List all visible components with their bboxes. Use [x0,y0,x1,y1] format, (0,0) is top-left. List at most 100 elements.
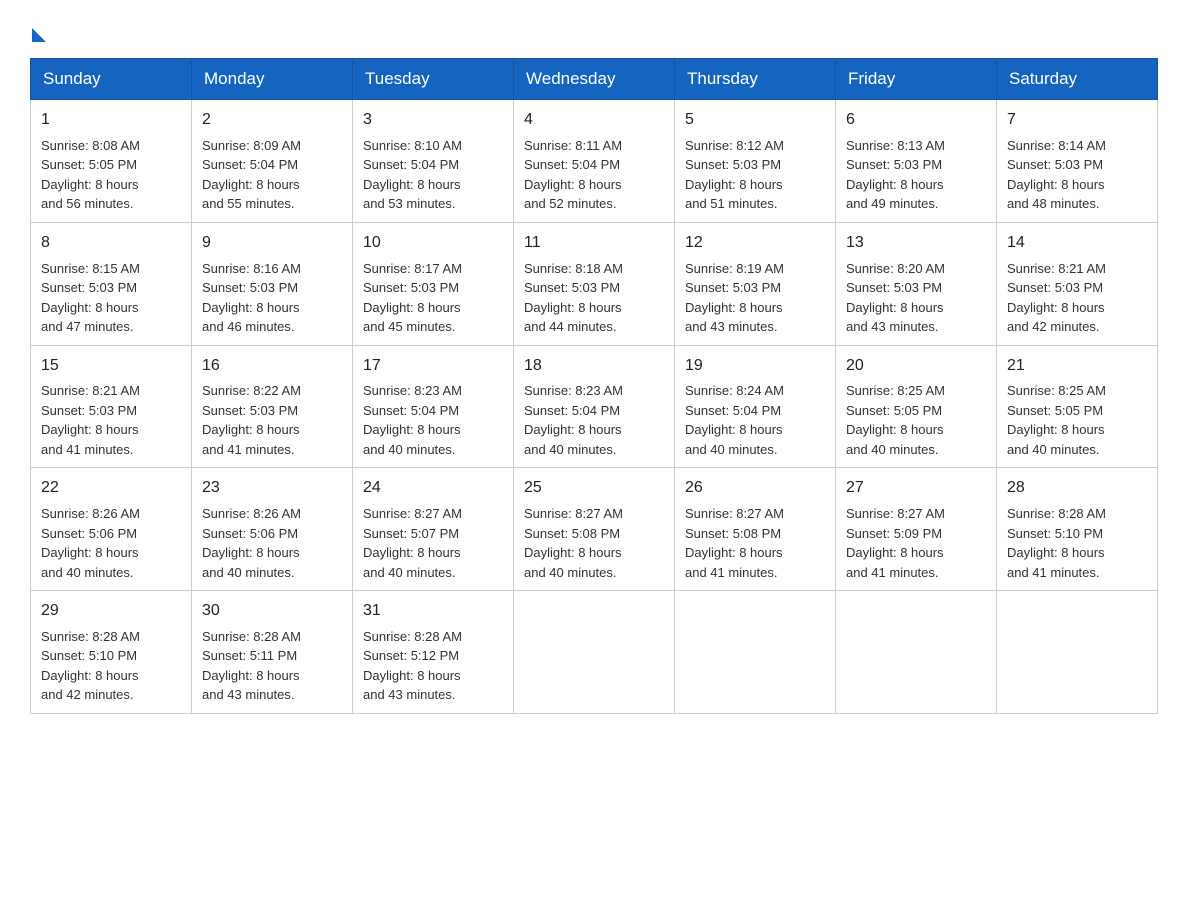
day-number: 8 [41,231,181,256]
day-number: 18 [524,354,664,379]
day-cell-26: 26 Sunrise: 8:27 AMSunset: 5:08 PMDayligh… [675,468,836,591]
day-number: 20 [846,354,986,379]
day-number: 23 [202,476,342,501]
day-number: 24 [363,476,503,501]
day-cell-18: 18Sunrise: 8:23 AMSunset: 5:04 PMDayligh… [514,345,675,468]
week-row-2: 8 Sunrise: 8:15 AMSunset: 5:03 PMDaylight… [31,222,1158,345]
day-number: 14 [1007,231,1147,256]
day-cell-15: 15Sunrise: 8:21 AMSunset: 5:03 PMDayligh… [31,345,192,468]
empty-cell [675,591,836,714]
day-cell-12: 12Sunrise: 8:19 AMSunset: 5:03 PMDayligh… [675,222,836,345]
day-cell-29: 29 Sunrise: 8:28 AMSunset: 5:10 PMDayligh… [31,591,192,714]
day-number: 3 [363,108,503,133]
day-number: 13 [846,231,986,256]
empty-cell [997,591,1158,714]
weekday-header-sunday: Sunday [31,59,192,100]
day-info: Sunrise: 8:15 AMSunset: 5:03 PMDaylight:… [41,259,181,337]
day-cell-6: 6 Sunrise: 8:13 AMSunset: 5:03 PMDaylight… [836,100,997,223]
empty-cell [836,591,997,714]
day-number: 7 [1007,108,1147,133]
day-number: 4 [524,108,664,133]
day-info: Sunrise: 8:26 AMSunset: 5:06 PMDaylight:… [202,504,342,582]
day-cell-10: 10 Sunrise: 8:17 AMSunset: 5:03 PMDayligh… [353,222,514,345]
week-row-1: 1 Sunrise: 8:08 AMSunset: 5:05 PMDaylight… [31,100,1158,223]
day-number: 17 [363,354,503,379]
day-info: Sunrise: 8:28 AMSunset: 5:10 PMDaylight:… [41,627,181,705]
day-info: Sunrise: 8:27 AMSunset: 5:08 PMDaylight:… [685,504,825,582]
day-info: Sunrise: 8:25 AMSunset: 5:05 PMDaylight:… [846,381,986,459]
day-info: Sunrise: 8:28 AMSunset: 5:11 PMDaylight:… [202,627,342,705]
day-info: Sunrise: 8:28 AMSunset: 5:10 PMDaylight:… [1007,504,1147,582]
day-number: 16 [202,354,342,379]
day-number: 31 [363,599,503,624]
day-cell-17: 17Sunrise: 8:23 AMSunset: 5:04 PMDayligh… [353,345,514,468]
day-number: 30 [202,599,342,624]
day-info: Sunrise: 8:10 AMSunset: 5:04 PMDaylight:… [363,136,503,214]
day-info: Sunrise: 8:27 AMSunset: 5:07 PMDaylight:… [363,504,503,582]
page-header [30,20,1158,38]
day-cell-28: 28 Sunrise: 8:28 AMSunset: 5:10 PMDayligh… [997,468,1158,591]
empty-cell [514,591,675,714]
day-number: 28 [1007,476,1147,501]
week-row-3: 15Sunrise: 8:21 AMSunset: 5:03 PMDayligh… [31,345,1158,468]
day-cell-11: 11 Sunrise: 8:18 AMSunset: 5:03 PMDayligh… [514,222,675,345]
day-cell-25: 25Sunrise: 8:27 AMSunset: 5:08 PMDayligh… [514,468,675,591]
day-info: Sunrise: 8:25 AMSunset: 5:05 PMDaylight:… [1007,381,1147,459]
day-cell-19: 19Sunrise: 8:24 AMSunset: 5:04 PMDayligh… [675,345,836,468]
logo [30,20,46,38]
weekday-header-tuesday: Tuesday [353,59,514,100]
day-number: 29 [41,599,181,624]
day-info: Sunrise: 8:22 AMSunset: 5:03 PMDaylight:… [202,381,342,459]
day-info: Sunrise: 8:12 AMSunset: 5:03 PMDaylight:… [685,136,825,214]
day-info: Sunrise: 8:19 AMSunset: 5:03 PMDaylight:… [685,259,825,337]
day-info: Sunrise: 8:23 AMSunset: 5:04 PMDaylight:… [363,381,503,459]
day-info: Sunrise: 8:14 AMSunset: 5:03 PMDaylight:… [1007,136,1147,214]
day-info: Sunrise: 8:20 AMSunset: 5:03 PMDaylight:… [846,259,986,337]
day-cell-20: 20Sunrise: 8:25 AMSunset: 5:05 PMDayligh… [836,345,997,468]
day-info: Sunrise: 8:23 AMSunset: 5:04 PMDaylight:… [524,381,664,459]
day-info: Sunrise: 8:09 AMSunset: 5:04 PMDaylight:… [202,136,342,214]
weekday-header-monday: Monday [192,59,353,100]
weekday-header-saturday: Saturday [997,59,1158,100]
day-cell-1: 1 Sunrise: 8:08 AMSunset: 5:05 PMDaylight… [31,100,192,223]
day-info: Sunrise: 8:28 AMSunset: 5:12 PMDaylight:… [363,627,503,705]
day-cell-2: 2Sunrise: 8:09 AMSunset: 5:04 PMDaylight… [192,100,353,223]
weekday-header-friday: Friday [836,59,997,100]
day-number: 19 [685,354,825,379]
calendar-table: SundayMondayTuesdayWednesdayThursdayFrid… [30,58,1158,714]
day-number: 9 [202,231,342,256]
day-info: Sunrise: 8:21 AMSunset: 5:03 PMDaylight:… [41,381,181,459]
day-cell-3: 3 Sunrise: 8:10 AMSunset: 5:04 PMDaylight… [353,100,514,223]
day-number: 10 [363,231,503,256]
day-cell-7: 7 Sunrise: 8:14 AMSunset: 5:03 PMDaylight… [997,100,1158,223]
day-cell-14: 14Sunrise: 8:21 AMSunset: 5:03 PMDayligh… [997,222,1158,345]
day-info: Sunrise: 8:26 AMSunset: 5:06 PMDaylight:… [41,504,181,582]
day-info: Sunrise: 8:13 AMSunset: 5:03 PMDaylight:… [846,136,986,214]
day-cell-8: 8 Sunrise: 8:15 AMSunset: 5:03 PMDaylight… [31,222,192,345]
weekday-header-thursday: Thursday [675,59,836,100]
weekday-header-row: SundayMondayTuesdayWednesdayThursdayFrid… [31,59,1158,100]
day-cell-24: 24 Sunrise: 8:27 AMSunset: 5:07 PMDayligh… [353,468,514,591]
day-info: Sunrise: 8:17 AMSunset: 5:03 PMDaylight:… [363,259,503,337]
day-info: Sunrise: 8:24 AMSunset: 5:04 PMDaylight:… [685,381,825,459]
day-info: Sunrise: 8:08 AMSunset: 5:05 PMDaylight:… [41,136,181,214]
day-cell-22: 22Sunrise: 8:26 AMSunset: 5:06 PMDayligh… [31,468,192,591]
day-number: 6 [846,108,986,133]
day-info: Sunrise: 8:18 AMSunset: 5:03 PMDaylight:… [524,259,664,337]
day-number: 26 [685,476,825,501]
day-cell-31: 31 Sunrise: 8:28 AMSunset: 5:12 PMDayligh… [353,591,514,714]
day-number: 1 [41,108,181,133]
day-info: Sunrise: 8:27 AMSunset: 5:08 PMDaylight:… [524,504,664,582]
day-cell-16: 16Sunrise: 8:22 AMSunset: 5:03 PMDayligh… [192,345,353,468]
day-cell-23: 23 Sunrise: 8:26 AMSunset: 5:06 PMDayligh… [192,468,353,591]
day-cell-9: 9Sunrise: 8:16 AMSunset: 5:03 PMDaylight… [192,222,353,345]
day-info: Sunrise: 8:27 AMSunset: 5:09 PMDaylight:… [846,504,986,582]
day-number: 11 [524,231,664,256]
day-cell-27: 27Sunrise: 8:27 AMSunset: 5:09 PMDayligh… [836,468,997,591]
week-row-5: 29 Sunrise: 8:28 AMSunset: 5:10 PMDayligh… [31,591,1158,714]
day-cell-30: 30 Sunrise: 8:28 AMSunset: 5:11 PMDayligh… [192,591,353,714]
day-number: 15 [41,354,181,379]
day-cell-5: 5Sunrise: 8:12 AMSunset: 5:03 PMDaylight… [675,100,836,223]
weekday-header-wednesday: Wednesday [514,59,675,100]
day-number: 21 [1007,354,1147,379]
